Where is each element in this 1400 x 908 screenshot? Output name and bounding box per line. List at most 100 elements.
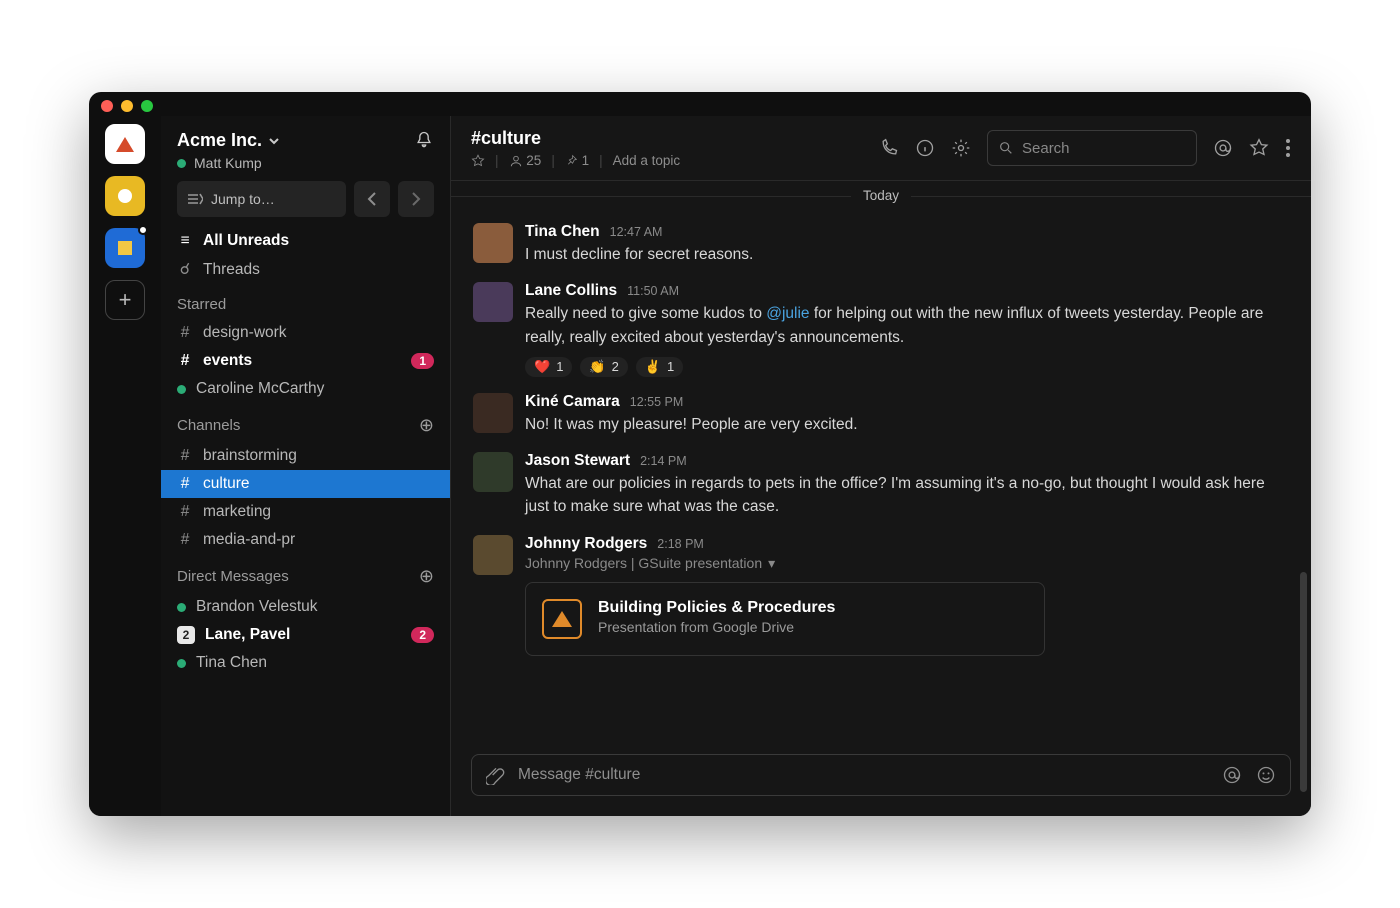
search-input[interactable]: Search <box>987 130 1197 166</box>
channel-marketing[interactable]: # marketing <box>161 498 450 526</box>
current-user-name: Matt Kump <box>194 155 262 171</box>
message-time: 12:55 PM <box>630 395 684 409</box>
channel-media-and-pr[interactable]: # media-and-pr <box>161 526 450 554</box>
sidebar: Acme Inc. Matt Kump Jump to… <box>161 116 451 816</box>
call-button[interactable] <box>879 138 899 158</box>
info-button[interactable] <box>915 138 935 158</box>
section-dms-header[interactable]: Direct Messages ⊕ <box>161 554 450 593</box>
message-author[interactable]: Jason Stewart <box>525 452 630 470</box>
section-channels-header[interactable]: Channels ⊕ <box>161 403 450 442</box>
add-topic-button[interactable]: Add a topic <box>613 153 681 168</box>
avatar[interactable] <box>473 223 513 263</box>
message-author[interactable]: Lane Collins <box>525 282 617 300</box>
member-count[interactable]: 25 <box>509 153 542 168</box>
message: Johnny Rodgers2:18 PM Johnny Rodgers | G… <box>473 527 1289 664</box>
all-unreads-link[interactable]: ≡ All Unreads <box>161 227 450 255</box>
starred-items-button[interactable] <box>1249 138 1269 158</box>
workspace-item-2[interactable] <box>105 176 145 216</box>
message-author[interactable]: Johnny Rodgers <box>525 535 647 553</box>
message-time: 12:47 AM <box>610 225 663 239</box>
message-composer[interactable]: Message #culture <box>471 754 1291 796</box>
google-drive-icon <box>542 599 582 639</box>
channel-title[interactable]: #culture <box>471 128 680 149</box>
window-minimize-button[interactable] <box>121 100 133 112</box>
section-channels-label: Channels <box>177 417 240 434</box>
mention-button[interactable] <box>1222 765 1242 785</box>
threads-link[interactable]: ☌ Threads <box>161 255 450 284</box>
history-back-button[interactable] <box>354 181 390 217</box>
avatar[interactable] <box>473 282 513 322</box>
avatar[interactable] <box>473 452 513 492</box>
hash-icon: # <box>177 503 193 521</box>
avatar[interactable] <box>473 393 513 433</box>
emoji-button[interactable] <box>1256 765 1276 785</box>
notifications-button[interactable] <box>414 130 434 150</box>
channel-label: media-and-pr <box>203 531 295 549</box>
mentions-button[interactable] <box>1213 138 1233 158</box>
channel-label: culture <box>203 475 250 493</box>
dm-label: Lane, Pavel <box>205 626 290 644</box>
paperclip-icon <box>486 765 506 785</box>
chevron-right-icon <box>411 192 421 206</box>
attachment-title: Building Policies & Procedures <box>598 599 835 617</box>
channel-events[interactable]: #events1 <box>161 347 450 375</box>
unread-badge: 2 <box>411 627 434 643</box>
section-dms-label: Direct Messages <box>177 568 289 585</box>
workspace-switcher[interactable]: Acme Inc. <box>177 130 280 151</box>
search-icon <box>998 140 1014 156</box>
message-time: 2:14 PM <box>640 454 687 468</box>
message-author[interactable]: Tina Chen <box>525 223 600 241</box>
person-icon <box>509 154 523 168</box>
message: Jason Stewart2:14 PM What are our polici… <box>473 444 1289 527</box>
attach-button[interactable] <box>486 765 506 785</box>
workspace-name: Acme Inc. <box>177 130 262 151</box>
channel-culture[interactable]: #culture <box>161 470 450 498</box>
channel-label: brainstorming <box>203 447 297 465</box>
caret-down-icon[interactable]: ▾ <box>768 555 775 572</box>
date-label: Today <box>851 188 911 203</box>
avatar[interactable] <box>473 535 513 575</box>
dm-lane-pavel[interactable]: 2 Lane, Pavel 2 <box>161 621 450 649</box>
channel-design-work[interactable]: #design-work <box>161 319 450 347</box>
dm-label: Brandon Velestuk <box>196 598 318 616</box>
add-workspace-button[interactable]: + <box>105 280 145 320</box>
mention-link[interactable]: @julie <box>766 305 809 322</box>
window-titlebar <box>89 92 1311 116</box>
workspace-item-3[interactable] <box>105 228 145 268</box>
dm-tina[interactable]: Tina Chen <box>161 649 450 677</box>
channel-brainstorming[interactable]: #brainstorming <box>161 442 450 470</box>
current-user[interactable]: Matt Kump <box>177 155 280 171</box>
dm-caroline[interactable]: Caroline McCarthy <box>161 375 450 403</box>
hash-icon: # <box>177 531 193 549</box>
history-forward-button[interactable] <box>398 181 434 217</box>
scrollbar[interactable] <box>1300 572 1307 792</box>
file-attachment[interactable]: Building Policies & Procedures Presentat… <box>525 582 1045 656</box>
workspace-rail: + <box>89 116 161 816</box>
message-author[interactable]: Kiné Camara <box>525 393 620 411</box>
pins-count[interactable]: 1 <box>565 153 589 168</box>
add-channel-button[interactable]: ⊕ <box>419 415 434 436</box>
dm-count-icon: 2 <box>177 626 195 644</box>
reaction-clap[interactable]: 👏2 <box>580 357 627 377</box>
presence-dot-icon <box>177 385 186 394</box>
more-actions-button[interactable] <box>1285 138 1291 158</box>
settings-button[interactable] <box>951 138 971 158</box>
phone-icon <box>879 138 899 158</box>
pin-icon <box>565 154 578 167</box>
jump-to-input[interactable]: Jump to… <box>177 181 346 217</box>
presence-dot-icon <box>177 659 186 668</box>
window-zoom-button[interactable] <box>141 100 153 112</box>
window-close-button[interactable] <box>101 100 113 112</box>
workspace-item-acme[interactable] <box>105 124 145 164</box>
date-divider: Today <box>451 187 1311 205</box>
dm-brandon[interactable]: Brandon Velestuk <box>161 593 450 621</box>
star-channel-button[interactable] <box>471 154 485 168</box>
message-text: Really need to give some kudos to @julie… <box>525 302 1289 349</box>
channel-label: marketing <box>203 503 271 521</box>
message-time: 2:18 PM <box>657 537 704 551</box>
section-starred-header[interactable]: Starred <box>161 284 450 319</box>
reaction-heart[interactable]: ❤️1 <box>525 357 572 377</box>
reaction-peace[interactable]: ✌️1 <box>636 357 683 377</box>
message-list[interactable]: Tina Chen12:47 AM I must decline for sec… <box>451 205 1311 744</box>
new-dm-button[interactable]: ⊕ <box>419 566 434 587</box>
